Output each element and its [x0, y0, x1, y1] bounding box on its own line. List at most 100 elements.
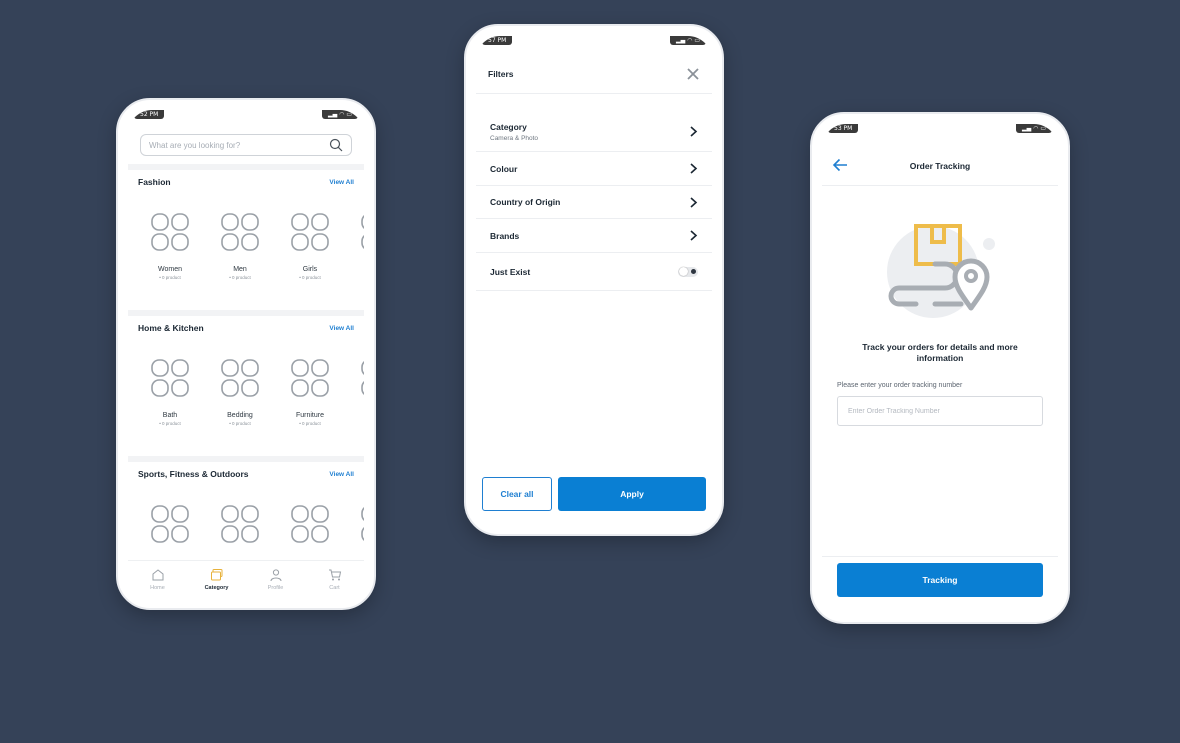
category-count: • 0 product	[229, 275, 251, 280]
search-bar[interactable]	[140, 134, 352, 156]
filter-actions: Clear all Apply	[476, 464, 712, 524]
phone-order-tracking-screen: 53 PM ▂▄ ◠ ▭ Order Tracking Track your o…	[810, 112, 1070, 624]
nav-profile[interactable]: Profile	[251, 568, 301, 591]
category-item[interactable]	[282, 504, 338, 544]
view-all-link[interactable]: View All	[329, 325, 354, 332]
apply-button[interactable]: Apply	[558, 477, 706, 511]
chevron-right-icon	[690, 126, 698, 137]
chevron-right-icon	[690, 163, 698, 174]
phone-category-screen: 52 PM ▂▄ ◠ ▭ Fashion View All Women • 0 p…	[116, 98, 376, 610]
grid-icon	[291, 359, 329, 397]
category-item[interactable]: Men • 0 product	[212, 212, 268, 280]
package-location-illustration	[887, 224, 995, 318]
search-icon[interactable]	[329, 138, 343, 152]
status-time: 53 PM	[828, 124, 859, 133]
nav-category[interactable]: Category	[192, 568, 242, 591]
tracking-footer: Tracking	[822, 556, 1058, 612]
filter-row-country[interactable]: Country of Origin	[476, 186, 712, 219]
tracking-number-input[interactable]	[837, 396, 1043, 426]
category-item[interactable]: Women • 0 product	[142, 212, 198, 280]
category-count: • 0 product	[159, 421, 181, 426]
page-title: Order Tracking	[909, 160, 971, 171]
chevron-right-icon	[690, 196, 698, 208]
close-icon[interactable]	[686, 67, 700, 81]
section-fashion: Fashion View All Women • 0 product Men • 0…	[128, 174, 364, 280]
category-name: Bedding	[227, 412, 253, 419]
grid-icon	[151, 213, 189, 251]
category-icon	[210, 569, 222, 581]
section-title: Home & Kitchen	[138, 323, 204, 333]
section-home-kitchen: Home & Kitchen View All Bath • 0 product …	[128, 320, 364, 426]
filter-label: Brands	[490, 230, 520, 241]
category-name: Girls	[302, 266, 318, 273]
nav-label: Cart	[329, 585, 340, 591]
filter-row-brands[interactable]: Brands	[476, 219, 712, 253]
filters-screen: 57 PM ▂▄ ◠ ▭ Filters Category Camera & P…	[476, 36, 712, 524]
profile-icon	[270, 569, 281, 582]
tracking-heading: Track your orders for details and more i…	[862, 342, 1018, 363]
toggle-knob	[679, 267, 688, 276]
status-icons: ▂▄ ◠ ▭	[322, 110, 358, 119]
status-time: 52 PM	[134, 110, 165, 119]
category-count: • 0 product	[159, 275, 181, 280]
just-exist-toggle[interactable]	[678, 266, 698, 277]
category-item[interactable]	[352, 212, 364, 280]
grid-icon	[361, 215, 364, 249]
view-all-link[interactable]: View All	[329, 471, 354, 478]
category-item[interactable]: Bedding • 0 product	[212, 358, 268, 426]
category-item[interactable]: K	[352, 358, 364, 426]
tracking-button[interactable]: Tracking	[837, 563, 1043, 597]
status-time: 57 PM	[482, 36, 513, 45]
grid-icon	[221, 505, 259, 543]
nav-home[interactable]: Home	[133, 568, 183, 591]
grid-icon	[361, 361, 364, 395]
category-item[interactable]: Furniture • 0 product	[282, 358, 338, 426]
cart-icon	[328, 569, 341, 581]
status-icons: ▂▄ ◠ ▭	[670, 36, 706, 45]
category-item[interactable]: Girls • 0 product	[282, 212, 338, 280]
toggle-dot	[691, 269, 696, 274]
status-bar: 57 PM ▂▄ ◠ ▭	[476, 36, 712, 54]
nav-label: Profile	[267, 585, 284, 591]
category-count: • 0 product	[299, 421, 321, 426]
phone-filters-screen: 57 PM ▂▄ ◠ ▭ Filters Category Camera & P…	[464, 24, 724, 536]
category-name: Furniture	[295, 412, 324, 419]
grid-icon	[291, 505, 329, 543]
grid-icon	[221, 359, 259, 397]
status-bar: 53 PM ▂▄ ◠ ▭	[822, 124, 1058, 142]
page-title: Filters	[488, 68, 514, 79]
order-tracking-header: Order Tracking	[822, 146, 1058, 186]
clear-all-button[interactable]: Clear all	[482, 477, 552, 511]
filter-value: Camera & Photo	[490, 134, 539, 142]
category-item[interactable]	[212, 504, 268, 544]
nav-cart[interactable]: Cart	[310, 568, 360, 591]
category-screen: 52 PM ▂▄ ◠ ▭ Fashion View All Women • 0 p…	[128, 110, 364, 598]
category-name: Bath	[162, 412, 178, 419]
grid-icon	[291, 213, 329, 251]
back-arrow-icon[interactable]	[832, 158, 848, 172]
category-item[interactable]	[352, 504, 364, 544]
status-icons: ▂▄ ◠ ▭	[1016, 124, 1052, 133]
grid-icon	[151, 359, 189, 397]
search-input[interactable]	[149, 140, 329, 150]
filter-label: Just Exist	[490, 266, 531, 277]
home-icon	[152, 569, 163, 581]
filter-row-category[interactable]: Category Camera & Photo	[476, 112, 712, 152]
filters-header: Filters	[476, 54, 712, 94]
filter-row-colour[interactable]: Colour	[476, 152, 712, 186]
divider	[128, 456, 364, 462]
view-all-link[interactable]: View All	[329, 179, 354, 186]
filter-label: Colour	[490, 163, 518, 174]
section-title: Fashion	[138, 177, 171, 187]
section-sports: Sports, Fitness & Outdoors View All	[128, 466, 364, 544]
category-item[interactable]	[142, 504, 198, 544]
divider	[128, 164, 364, 170]
category-count: • 0 product	[299, 275, 321, 280]
order-tracking-screen: 53 PM ▂▄ ◠ ▭ Order Tracking Track your o…	[822, 124, 1058, 612]
category-count: • 0 product	[229, 421, 251, 426]
section-title: Sports, Fitness & Outdoors	[138, 469, 249, 479]
category-item[interactable]: Bath • 0 product	[142, 358, 198, 426]
grid-icon	[221, 213, 259, 251]
nav-label: Home	[150, 585, 165, 591]
bottom-nav: Home Category Profile Cart	[128, 560, 364, 598]
